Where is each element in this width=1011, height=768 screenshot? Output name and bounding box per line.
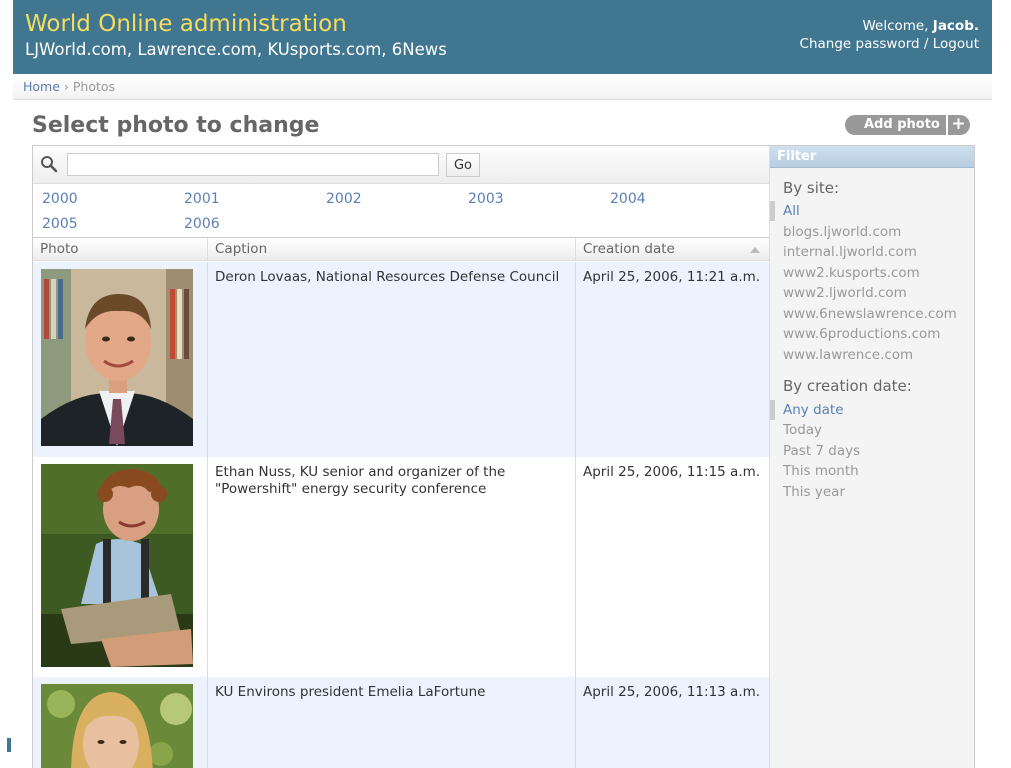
filter-sidebar: Filter By site: All blogs.ljworld.com in… bbox=[769, 146, 974, 768]
portrait-man-curly-hair-icon bbox=[41, 464, 193, 667]
header: World Online administration LJWorld.com,… bbox=[13, 0, 992, 74]
results-table: Photo Caption Creation date Deron Lovaas… bbox=[33, 238, 769, 768]
username: Jacob. bbox=[932, 18, 979, 34]
column-divider bbox=[575, 238, 576, 260]
row-creation-date: April 25, 2006, 11:15 a.m. bbox=[583, 464, 761, 480]
welcome-text: Welcome, bbox=[862, 18, 929, 34]
year-link-2003[interactable]: 2003 bbox=[468, 191, 504, 207]
filter-site-option[interactable]: www2.kusports.com bbox=[783, 265, 920, 281]
row-creation-date: April 25, 2006, 11:13 a.m. bbox=[583, 684, 761, 700]
column-header-caption[interactable]: Caption bbox=[215, 241, 267, 257]
table-row[interactable]: KU Environs president Emelia LaFortune A… bbox=[33, 677, 769, 768]
breadcrumb-separator: › bbox=[59, 79, 73, 94]
year-link-2005[interactable]: 2005 bbox=[42, 216, 78, 232]
changelist: Go 2000 2001 2002 2003 2004 2005 2006 Ph… bbox=[32, 145, 975, 768]
user-tools: Welcome, Jacob. Change password / Logout bbox=[800, 17, 979, 53]
column-divider bbox=[207, 262, 208, 457]
filter-date-option[interactable]: Today bbox=[783, 422, 822, 438]
edge-marker bbox=[7, 738, 11, 752]
column-header-creation-date[interactable]: Creation date bbox=[583, 241, 675, 257]
year-link-2000[interactable]: 2000 bbox=[42, 191, 78, 207]
sort-ascending-icon[interactable] bbox=[750, 247, 760, 253]
site-title: World Online administration bbox=[25, 11, 347, 37]
column-divider bbox=[575, 262, 576, 457]
column-divider bbox=[207, 457, 208, 677]
site-subtitle: LJWorld.com, Lawrence.com, KUsports.com,… bbox=[25, 40, 447, 59]
column-divider bbox=[207, 677, 208, 768]
row-caption: KU Environs president Emelia LaFortune bbox=[215, 684, 486, 700]
page-title: Select photo to change bbox=[32, 113, 320, 138]
filter-site-option[interactable]: www.lawrence.com bbox=[783, 347, 913, 363]
table-row[interactable]: Ethan Nuss, KU senior and organizer of t… bbox=[33, 457, 769, 677]
search-input[interactable] bbox=[67, 153, 439, 176]
table-header: Photo Caption Creation date bbox=[33, 238, 769, 261]
change-password-link[interactable]: Change password bbox=[800, 36, 920, 52]
filter-date-option[interactable]: This year bbox=[783, 484, 845, 500]
portrait-woman-icon bbox=[41, 684, 193, 768]
breadcrumb-current: Photos bbox=[72, 79, 116, 94]
add-button-divider bbox=[946, 115, 948, 135]
search-toolbar: Go bbox=[33, 146, 769, 184]
photo-thumbnail[interactable] bbox=[41, 684, 193, 768]
link-separator: / bbox=[919, 36, 933, 52]
photo-thumbnail[interactable] bbox=[41, 269, 193, 446]
filter-title: Filter bbox=[770, 146, 974, 168]
filter-date-any[interactable]: Any date bbox=[783, 402, 844, 418]
year-link-2001[interactable]: 2001 bbox=[184, 191, 220, 207]
row-caption: Ethan Nuss, KU senior and organizer of t… bbox=[215, 464, 506, 497]
add-photo-button[interactable]: Add photo + bbox=[845, 115, 970, 135]
table-row[interactable]: Deron Lovaas, National Resources Defense… bbox=[33, 262, 769, 457]
selected-indicator bbox=[770, 400, 775, 420]
column-header-photo[interactable]: Photo bbox=[40, 241, 79, 257]
selected-indicator bbox=[770, 201, 775, 221]
welcome-line: Welcome, Jacob. bbox=[800, 17, 979, 35]
add-photo-label: Add photo bbox=[864, 117, 940, 132]
portrait-man-suit-icon bbox=[41, 269, 193, 446]
filter-site-option[interactable]: blogs.ljworld.com bbox=[783, 224, 901, 240]
row-caption: Deron Lovaas, National Resources Defense… bbox=[215, 269, 560, 285]
filter-heading-by-date: By creation date: bbox=[783, 377, 912, 395]
account-links: Change password / Logout bbox=[800, 35, 979, 53]
filter-date-option[interactable]: Past 7 days bbox=[783, 443, 860, 459]
column-divider bbox=[207, 238, 208, 260]
search-icon bbox=[41, 156, 58, 173]
year-link-2006[interactable]: 2006 bbox=[184, 216, 220, 232]
logout-link[interactable]: Logout bbox=[933, 36, 979, 52]
year-link-2002[interactable]: 2002 bbox=[326, 191, 362, 207]
filter-date-option[interactable]: This month bbox=[783, 463, 859, 479]
plus-icon: + bbox=[951, 114, 966, 134]
filter-site-option[interactable]: www.6newslawrence.com bbox=[783, 306, 957, 322]
breadcrumb: Home › Photos bbox=[13, 74, 992, 100]
date-hierarchy: 2000 2001 2002 2003 2004 2005 2006 bbox=[33, 184, 769, 238]
breadcrumb-home-link[interactable]: Home bbox=[23, 79, 60, 94]
filter-heading-by-site: By site: bbox=[783, 179, 840, 197]
photo-thumbnail[interactable] bbox=[41, 464, 193, 667]
filter-site-option[interactable]: internal.ljworld.com bbox=[783, 244, 917, 260]
filter-site-option[interactable]: www.6productions.com bbox=[783, 326, 940, 342]
column-divider bbox=[575, 677, 576, 768]
go-button[interactable]: Go bbox=[446, 153, 480, 177]
row-creation-date: April 25, 2006, 11:21 a.m. bbox=[583, 269, 761, 285]
filter-site-all[interactable]: All bbox=[783, 203, 800, 219]
column-divider bbox=[575, 457, 576, 677]
filter-site-option[interactable]: www2.ljworld.com bbox=[783, 285, 907, 301]
year-link-2004[interactable]: 2004 bbox=[610, 191, 646, 207]
